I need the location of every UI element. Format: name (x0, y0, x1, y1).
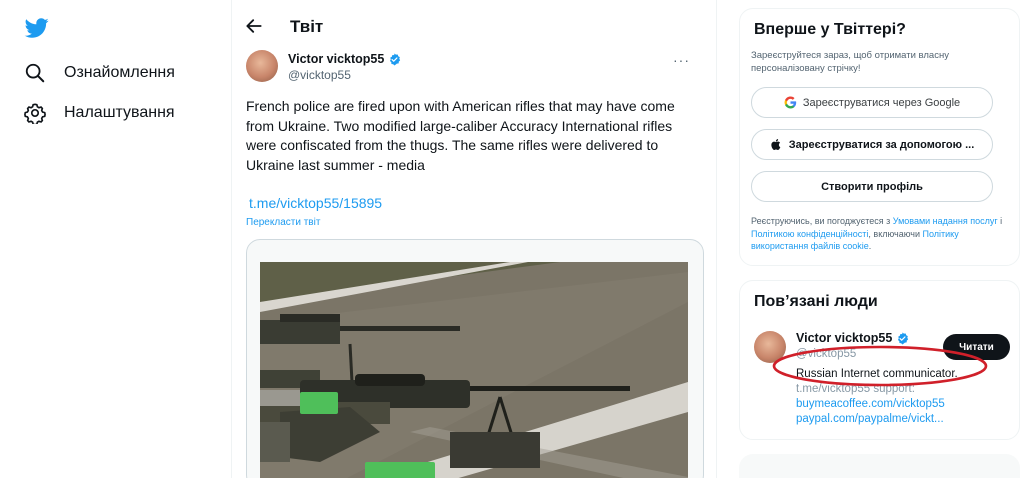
tweet-media[interactable] (246, 239, 704, 478)
bio-link[interactable]: buymeacoffee.com/vicktop55 (796, 398, 945, 410)
related-people-card: Пов’язані люди Victor vicktop55 @vicktop… (739, 280, 1020, 440)
bio-line: t.me/vicktop55 support: (796, 383, 915, 395)
right-sidebar: Вперше у Твіттері? Зареєструйтеся зараз,… (739, 8, 1024, 478)
apple-signup-label: Зареєструватися за допомогою ... (788, 138, 975, 151)
legal-text: , включаючи (868, 228, 923, 239)
signup-card: Вперше у Твіттері? Зареєструйтеся зараз,… (739, 8, 1020, 266)
related-handle[interactable]: @vicktop55 (796, 348, 856, 360)
signup-title: Вперше у Твіттері? (754, 21, 906, 38)
tweet-text: French police are fired upon with Americ… (246, 98, 675, 173)
gear-icon (24, 103, 46, 124)
bio-link[interactable]: paypal.com/paypalme/vickt... (796, 413, 944, 425)
related-name-row[interactable]: Victor vicktop55 (796, 331, 909, 345)
author-name-row[interactable]: Victor vicktop55 (288, 52, 401, 66)
related-name[interactable]: Victor vicktop55 (796, 331, 892, 345)
google-icon (784, 96, 796, 109)
avatar[interactable] (754, 331, 786, 363)
apple-signup-button[interactable]: Зареєструватися за допомогою ... (751, 129, 993, 160)
legal-text: і (997, 216, 1003, 226)
main-column: Твіт Victor vicktop55 @vicktop55 ··· Fre… (231, 0, 717, 478)
bio-line: Russian Internet communicator. (796, 368, 958, 380)
privacy-link[interactable]: Політикою конфіденційності (751, 229, 868, 239)
nav-explore[interactable]: Ознайомлення (24, 62, 175, 84)
rifles-photo (260, 262, 688, 478)
tweet-author: Victor vicktop55 @vicktop55 ··· (246, 50, 704, 86)
nav-explore-label: Ознайомлення (64, 64, 175, 81)
more-options-button[interactable]: ··· (673, 52, 690, 68)
legal-text: . (868, 241, 872, 251)
page-title: Твіт (290, 17, 324, 36)
left-navigation: Ознайомлення Налаштування (0, 0, 230, 478)
create-account-button[interactable]: Створити профіль (751, 171, 993, 202)
related-bio: Russian Internet communicator. t.me/vick… (796, 367, 1011, 427)
legal-notice: Реєструючись, ви погоджуєтеся з Умовами … (751, 215, 1013, 253)
tweet-link[interactable]: t.me/vicktop55/15895 (249, 195, 382, 211)
legal-text: Реєструючись, ви погоджуєтеся з (751, 216, 893, 226)
signup-subtitle: Зареєструйтеся зараз, щоб отримати власн… (751, 50, 949, 74)
verified-badge-icon (898, 332, 909, 344)
google-signup-button[interactable]: Зареєструватися через Google (751, 87, 993, 118)
verified-badge-icon (390, 53, 401, 65)
follow-button[interactable]: Читати (943, 334, 1010, 360)
nav-settings-label: Налаштування (64, 104, 175, 121)
terms-link[interactable]: Умовами надання послуг (893, 216, 998, 226)
author-name[interactable]: Victor vicktop55 (288, 52, 384, 66)
related-title: Пов’язані люди (754, 293, 878, 310)
apple-icon (771, 138, 781, 150)
translate-tweet-link[interactable]: Перекласти твіт (246, 217, 320, 228)
next-sidebar-card (739, 454, 1020, 478)
google-signup-label: Зареєструватися через Google (802, 96, 961, 109)
search-icon (25, 63, 45, 83)
twitter-bird-icon[interactable] (24, 16, 50, 40)
nav-settings[interactable]: Налаштування (24, 102, 175, 124)
back-arrow-icon[interactable] (244, 16, 264, 36)
author-handle[interactable]: @vicktop55 (288, 68, 351, 82)
create-account-label: Створити профіль (821, 180, 923, 193)
avatar[interactable] (246, 50, 278, 82)
